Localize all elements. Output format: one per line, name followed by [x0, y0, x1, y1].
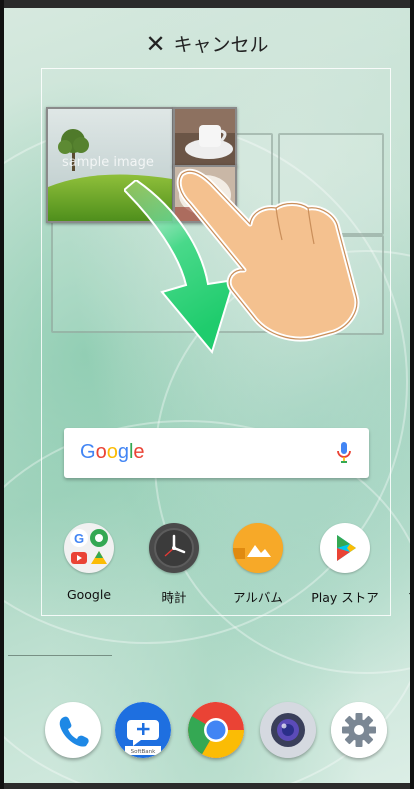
- sample-image-label: sample image: [62, 155, 154, 170]
- chrome-icon: [188, 702, 244, 758]
- clock-icon: [149, 523, 199, 573]
- google-folder-icon: G: [64, 523, 114, 573]
- home-screen-edit-mode: ✕ キャンセル sample image Google G Google 時計 …: [0, 0, 414, 789]
- photo-widget-coffee[interactable]: [173, 107, 237, 167]
- status-strip: [4, 0, 410, 8]
- app-album[interactable]: アルバム: [218, 523, 298, 606]
- chrome-app[interactable]: [188, 702, 244, 758]
- page-indicator: [8, 655, 112, 656]
- app-label: アルバム: [233, 590, 283, 605]
- app-play-store[interactable]: Play ストア: [305, 523, 385, 606]
- camera-app[interactable]: [260, 702, 316, 758]
- messages-app[interactable]: SoftBank: [115, 702, 171, 758]
- settings-app[interactable]: [331, 702, 387, 758]
- phone-icon: [59, 716, 89, 747]
- offscreen-app-label: Y: [409, 590, 410, 605]
- app-google-folder[interactable]: G Google: [49, 523, 129, 602]
- play-store-icon: [320, 523, 370, 573]
- app-label: 時計: [161, 590, 187, 605]
- camera-icon: [260, 702, 316, 758]
- cancel-label: キャンセル: [173, 34, 269, 56]
- pointing-hand-icon: [176, 168, 360, 342]
- mic-icon[interactable]: [337, 441, 351, 465]
- close-icon: ✕: [145, 29, 166, 58]
- coffee-photo: [175, 109, 235, 165]
- app-clock[interactable]: 時計: [134, 523, 214, 606]
- bottom-strip: [4, 783, 410, 789]
- phone-app[interactable]: [45, 702, 101, 758]
- app-label: Google: [66, 587, 112, 602]
- google-logo: Google: [80, 441, 145, 463]
- softbank-label: SoftBank: [131, 749, 156, 755]
- messages-icon: SoftBank: [115, 702, 171, 758]
- google-search-bar[interactable]: Google: [64, 428, 369, 478]
- app-label: Play ストア: [311, 590, 379, 605]
- album-icon: [233, 523, 283, 573]
- settings-icon: [331, 702, 387, 758]
- svg-text:G: G: [74, 531, 84, 546]
- cancel-button[interactable]: ✕ キャンセル: [4, 30, 410, 57]
